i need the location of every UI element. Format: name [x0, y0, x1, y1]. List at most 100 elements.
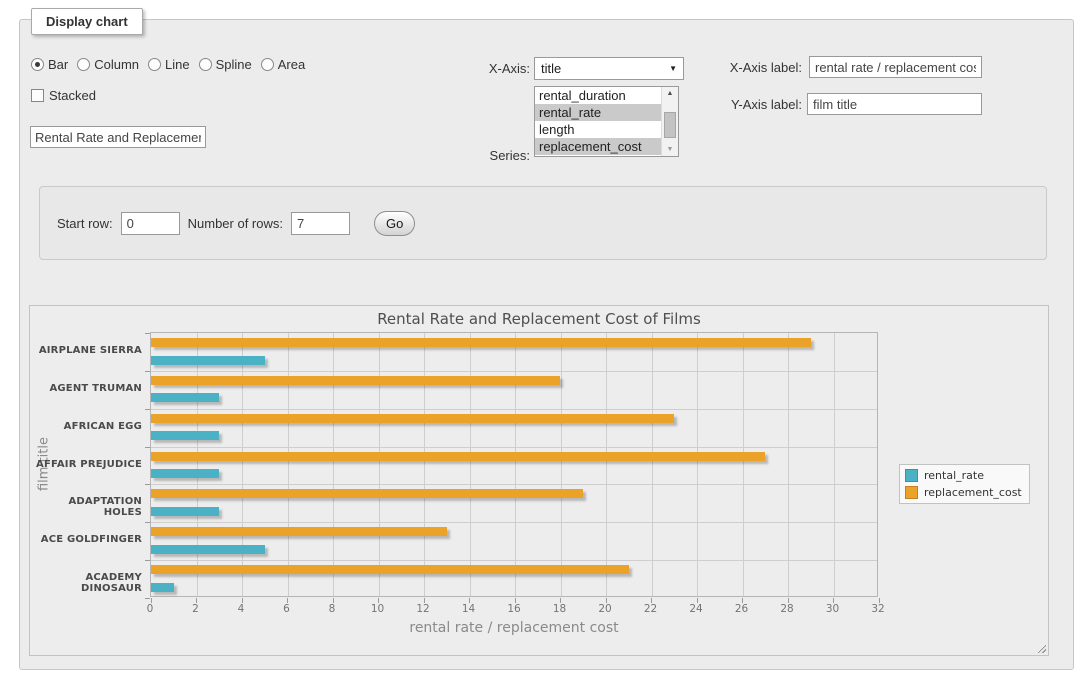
scrollbar-thumb[interactable]	[664, 112, 676, 138]
category-label: AGENT TRUMAN	[30, 383, 142, 394]
start-row-label: Start row:	[57, 216, 113, 231]
radio-label: Column	[94, 57, 139, 72]
scroll-up-icon[interactable]: ▲	[662, 87, 678, 100]
bar-rental-rate[interactable]	[151, 469, 219, 478]
x-tick-label: 16	[499, 603, 529, 615]
x-tick-label: 24	[681, 603, 711, 615]
x-tick-label: 6	[272, 603, 302, 615]
x-tick-label: 18	[545, 603, 575, 615]
gridline	[515, 333, 516, 596]
num-rows-input[interactable]	[291, 212, 350, 235]
y-tickmark	[145, 484, 150, 485]
legend-item: replacement_cost	[905, 486, 1022, 499]
gridline	[606, 333, 607, 596]
radio-icon[interactable]	[77, 58, 90, 71]
gridline	[652, 333, 653, 596]
x-axis-label-input[interactable]	[809, 56, 982, 78]
chart-type-option-spline[interactable]: Spline	[199, 57, 252, 72]
bar-rental-rate[interactable]	[151, 583, 174, 592]
chart-x-axis-title: rental rate / replacement cost	[150, 620, 878, 636]
scroll-down-icon[interactable]: ▼	[662, 143, 678, 156]
category-label: ACE GOLDFINGER	[30, 534, 142, 545]
radio-label: Spline	[216, 57, 252, 72]
y-tickmark	[145, 447, 150, 448]
x-axis-selected-value: title	[541, 61, 669, 76]
x-tick-label: 0	[135, 603, 165, 615]
row-controls-panel: Start row: Number of rows: Go	[39, 186, 1047, 260]
bar-replacement-cost[interactable]	[151, 376, 560, 385]
stacked-option[interactable]: Stacked	[31, 88, 96, 103]
chart-container: Rental Rate and Replacement Cost of Film…	[29, 305, 1049, 656]
resize-handle-icon[interactable]	[1035, 642, 1046, 653]
series-option[interactable]: rental_duration	[535, 87, 661, 104]
series-listbox[interactable]: rental_durationrental_ratelengthreplacem…	[534, 86, 679, 157]
category-label: AFRICAN EGG	[30, 421, 142, 432]
radio-icon[interactable]	[31, 58, 44, 71]
category-label: ACADEMY DINOSAUR	[30, 572, 142, 594]
gridline	[470, 333, 471, 596]
x-axis-label-field-label: X-Axis label:	[710, 60, 802, 75]
gridline	[288, 333, 289, 596]
legend-label: replacement_cost	[924, 486, 1022, 499]
chart-type-option-area[interactable]: Area	[261, 57, 305, 72]
gridline	[151, 560, 877, 561]
series-option[interactable]: length	[535, 121, 661, 138]
chart-type-option-line[interactable]: Line	[148, 57, 190, 72]
legend-item: rental_rate	[905, 469, 1022, 482]
gridline	[151, 409, 877, 410]
radio-label: Line	[165, 57, 190, 72]
chart-legend: rental_rate replacement_cost	[899, 464, 1030, 504]
gridline	[151, 484, 877, 485]
chart-type-radio-group: Bar Column Line Spline Area	[31, 57, 305, 72]
bar-replacement-cost[interactable]	[151, 527, 447, 536]
bar-rental-rate[interactable]	[151, 431, 219, 440]
display-chart-panel: Display chart BarColumnLineSplineArea St…	[19, 19, 1074, 670]
gridline	[743, 333, 744, 596]
y-tickmark	[145, 409, 150, 410]
legend-swatch-rental_rate	[905, 469, 918, 482]
radio-icon[interactable]	[261, 58, 274, 71]
category-label: AFFAIR PREJUDICE	[30, 459, 142, 470]
radio-icon[interactable]	[199, 58, 212, 71]
x-tick-label: 14	[454, 603, 484, 615]
scrollbar[interactable]: ▲ ▼	[661, 87, 678, 156]
chart-type-option-bar[interactable]: Bar	[31, 57, 68, 72]
bar-rental-rate[interactable]	[151, 507, 219, 516]
bar-rental-rate[interactable]	[151, 356, 265, 365]
radio-icon[interactable]	[148, 58, 161, 71]
bar-replacement-cost[interactable]	[151, 414, 674, 423]
x-tick-label: 28	[772, 603, 802, 615]
gridline	[151, 371, 877, 372]
x-tick-label: 10	[363, 603, 393, 615]
go-button[interactable]: Go	[374, 211, 415, 236]
panel-legend: Display chart	[31, 8, 143, 35]
chart-title-input[interactable]	[30, 126, 206, 148]
chart-type-option-column[interactable]: Column	[77, 57, 139, 72]
bar-replacement-cost[interactable]	[151, 489, 583, 498]
y-axis-label-input[interactable]	[807, 93, 982, 115]
x-axis-select[interactable]: title ▼	[534, 57, 684, 80]
series-option[interactable]: rental_rate	[535, 104, 661, 121]
x-axis-label: X-Axis:	[438, 61, 530, 76]
start-row-input[interactable]	[121, 212, 180, 235]
stacked-checkbox[interactable]	[31, 89, 44, 102]
bar-replacement-cost[interactable]	[151, 565, 629, 574]
x-tick-label: 32	[863, 603, 893, 615]
x-tick-label: 30	[818, 603, 848, 615]
x-tick-label: 2	[181, 603, 211, 615]
x-tick-label: 12	[408, 603, 438, 615]
chevron-down-icon: ▼	[669, 64, 677, 73]
bar-rental-rate[interactable]	[151, 545, 265, 554]
series-options: rental_durationrental_ratelengthreplacem…	[535, 87, 661, 156]
bar-replacement-cost[interactable]	[151, 452, 765, 461]
bar-replacement-cost[interactable]	[151, 338, 811, 347]
y-tickmark	[145, 598, 150, 599]
gridline	[197, 333, 198, 596]
series-option[interactable]: replacement_cost	[535, 138, 661, 155]
gridline	[151, 522, 877, 523]
category-label: AIRPLANE SIERRA	[30, 345, 142, 356]
y-axis-label-field-label: Y-Axis label:	[710, 97, 802, 112]
x-tick-label: 8	[317, 603, 347, 615]
series-label: Series:	[438, 148, 530, 163]
bar-rental-rate[interactable]	[151, 393, 219, 402]
